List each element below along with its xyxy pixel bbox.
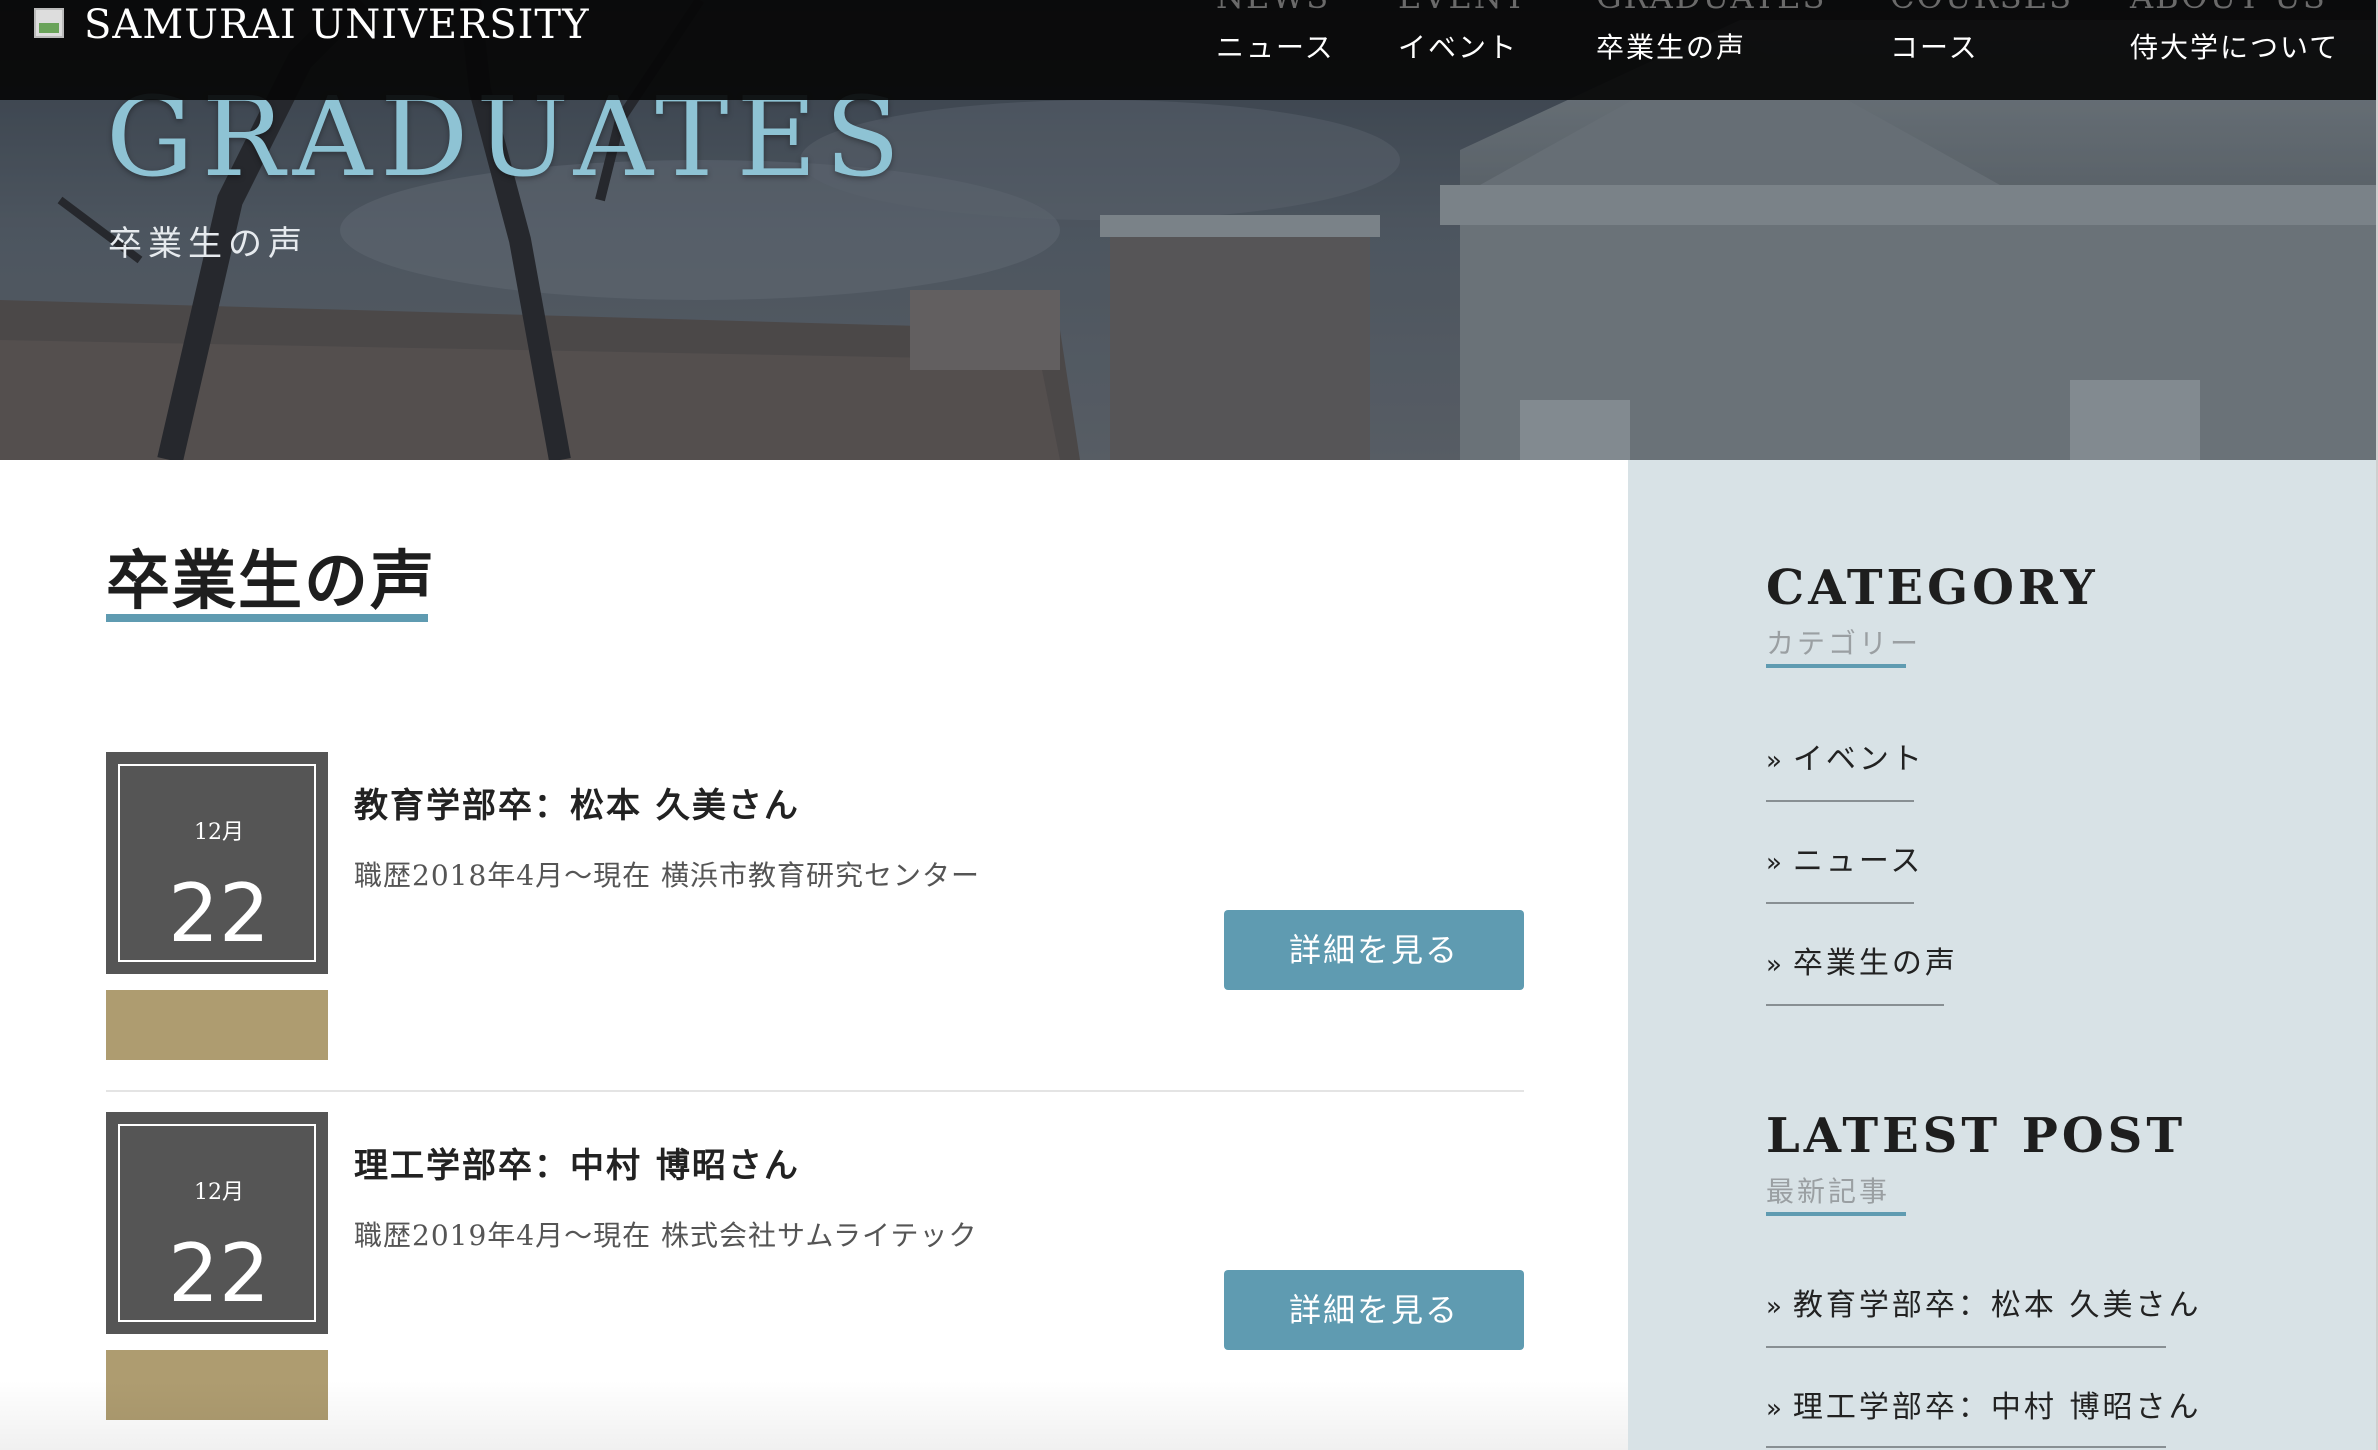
nav-item-en-label: EVENT [1398,0,1527,16]
nav-item-en-label: GRADUATES [1596,0,1826,16]
sidebar-divider [1766,1004,1944,1006]
nav-item-jp-label: イベント [1398,31,1519,64]
sidebar-link-label: ニュース [1792,844,1924,879]
nav-item-jp-label: 卒業生の声 [1596,31,1747,64]
nav-item-graduates[interactable]: GRADUATES 卒業生の声 [1596,0,1824,100]
sidebar-link-label: イベント [1792,742,1925,777]
date-box: 12月 22 [106,1112,328,1334]
nav-item-news[interactable]: NEWS ニュース [1216,0,1336,100]
section-title: 卒業生の声 [106,544,436,619]
sidebar-divider [1766,902,1914,904]
sidebar-category-news[interactable]: » ニュース [1766,836,1923,880]
post-divider [106,1090,1524,1092]
nav-item-courses[interactable]: COURSES コース [1890,0,2071,100]
latest-post-subheading: 最新記事 [1766,1175,1891,1208]
latest-post-underline [1766,1212,1906,1216]
nav-item-jp-label: ニュース [1216,31,1335,64]
sidebar-link-label: 理工学部卒：中村 博昭さん [1792,1390,2202,1425]
post-title[interactable]: 教育学部卒：松本 久美さん [354,778,800,827]
nav-item-event[interactable]: EVENT イベント [1398,0,1528,100]
section-title-underline [106,614,428,622]
bottom-shade [0,1380,1628,1450]
nav-item-jp-label: コース [1890,31,1979,64]
sidebar-latest-post[interactable]: » 理工学部卒：中村 博昭さん [1766,1382,2201,1426]
broken-image-icon[interactable] [34,8,64,38]
post-title[interactable]: 理工学部卒：中村 博昭さん [354,1138,800,1187]
sidebar-category-graduates[interactable]: » 卒業生の声 [1766,938,1958,982]
double-chevron-right-icon: » [1766,1292,1785,1322]
post-career: 職歴2019年4月〜現在 株式会社サムライテック [354,1219,978,1252]
double-chevron-right-icon: » [1766,848,1785,878]
sidebar-divider [1766,1446,2166,1448]
double-chevron-right-icon: » [1766,746,1785,776]
post-item: 12月 22 理工学部卒：中村 博昭さん 職歴2019年4月〜現在 株式会社サム… [106,1112,1524,1422]
double-chevron-right-icon: » [1766,1394,1785,1424]
sidebar-link-label: 卒業生の声 [1792,946,1958,981]
page: GRADUATES 卒業生の声 SAMURAI UNIVERSITY NEWS … [0,0,2376,1450]
nav-item-en-label: NEWS [1216,0,1330,16]
sidebar-link-label: 教育学部卒：松本 久美さん [1792,1288,2202,1323]
category-underline [1766,664,1906,668]
category-color-block [106,990,328,1060]
double-chevron-right-icon: » [1766,950,1785,980]
latest-post-heading: LATEST POST [1766,1108,2187,1164]
detail-button[interactable]: 詳細を見る [1224,910,1524,990]
detail-button[interactable]: 詳細を見る [1224,1270,1524,1350]
nav-item-en-label: COURSES [1890,0,2073,16]
nav-item-about-us[interactable]: ABOUT US 侍大学について [2130,0,2337,100]
sidebar-latest-post[interactable]: » 教育学部卒：松本 久美さん [1766,1280,2201,1324]
nav-item-jp-label: 侍大学について [2130,31,2340,64]
date-box: 12月 22 [106,752,328,974]
sidebar: CATEGORY カテゴリー » イベント » ニュース » 卒業生の声 LATEST… [1628,460,2376,1450]
nav-item-en-label: ABOUT US [2130,0,2327,16]
date-month: 12月 [194,820,244,845]
sidebar-divider [1766,800,1914,802]
site-logo-text[interactable]: SAMURAI UNIVERSITY [84,2,589,48]
sidebar-category-event[interactable]: » イベント [1766,734,1925,778]
sidebar-divider [1766,1346,2166,1348]
category-heading: CATEGORY [1766,560,2099,616]
site-header: SAMURAI UNIVERSITY NEWS ニュース EVENT イベント … [0,0,2376,100]
date-month: 12月 [194,1180,244,1205]
hero-subtitle: 卒業生の声 [108,224,308,264]
post-item: 12月 22 教育学部卒：松本 久美さん 職歴2018年4月〜現在 横浜市教育研… [106,752,1524,1062]
date-day: 22 [168,867,270,960]
category-subheading: カテゴリー [1766,627,1922,660]
post-career: 職歴2018年4月〜現在 横浜市教育研究センター [354,859,980,892]
date-day: 22 [168,1227,270,1320]
